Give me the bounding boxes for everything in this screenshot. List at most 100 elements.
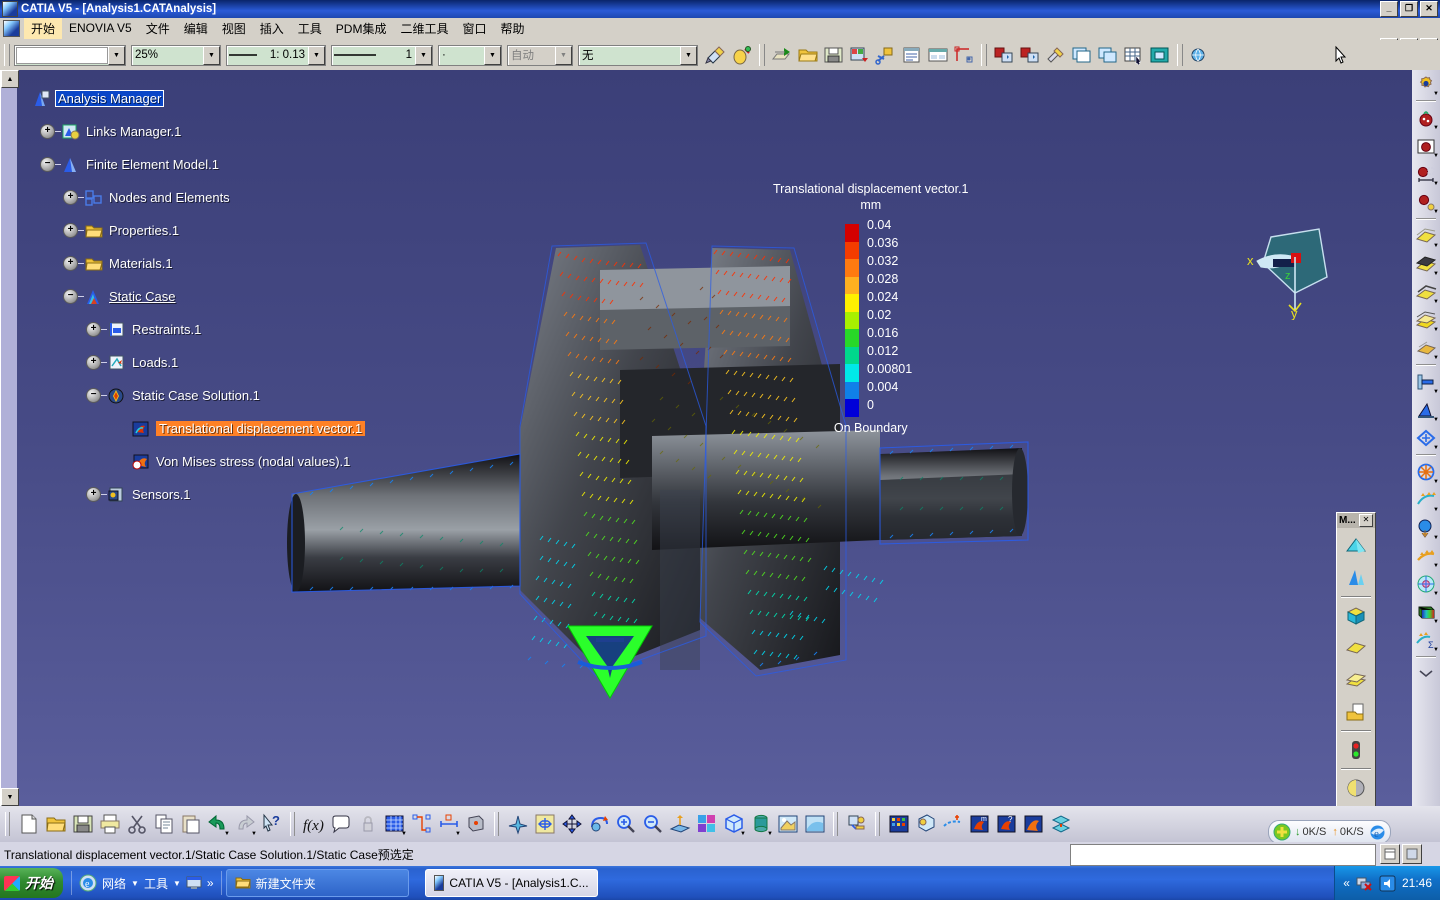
line-type-combo[interactable]: · ▼ bbox=[438, 44, 502, 66]
network-speed-widget[interactable]: ↓ 0K/S ↑ 0K/S e bbox=[1268, 820, 1391, 844]
hide-show-icon[interactable] bbox=[843, 809, 870, 839]
chevron-down-icon[interactable]: ▼ bbox=[108, 45, 125, 65]
style-name-combo[interactable]: ▼ bbox=[14, 44, 126, 66]
tree-node-static-case-solution[interactable]: − Static Case Solution.1 bbox=[86, 379, 365, 412]
collapse-minus-icon[interactable]: − bbox=[86, 388, 101, 403]
web-icon[interactable] bbox=[1188, 43, 1212, 67]
image-layers-icon[interactable] bbox=[1341, 664, 1371, 696]
close-button[interactable]: ✕ bbox=[1420, 1, 1438, 17]
multi-view-icon[interactable] bbox=[693, 809, 720, 839]
expand-plus-icon[interactable]: + bbox=[86, 355, 101, 370]
menu-edit[interactable]: 编辑 bbox=[177, 18, 215, 39]
menu-insert[interactable]: 插入 bbox=[253, 18, 291, 39]
gear-update-icon[interactable]: ▼ bbox=[1412, 70, 1440, 98]
minimize-button[interactable]: _ bbox=[1380, 1, 1398, 17]
copy-icon[interactable] bbox=[150, 809, 177, 839]
close-icon[interactable]: ✕ bbox=[1359, 514, 1373, 527]
quicklaunch-desktop-icon[interactable] bbox=[186, 875, 202, 891]
export-db-icon[interactable] bbox=[1018, 43, 1042, 67]
analysis-workbench-toolbar[interactable]: ▼ ▼ ▼ ▼ ▼ ▼ ▼ ▼ ▼ ▼ ▼ ▼ ▼ ▼ ▼ ▼ ▼ ▼ ▼ Σ ▼ bbox=[1412, 70, 1440, 806]
zoom-percent-combo[interactable]: 25% ▼ bbox=[131, 44, 221, 66]
zoom-in-icon[interactable] bbox=[612, 809, 639, 839]
compute-options-icon[interactable]: ▼ bbox=[1412, 188, 1440, 216]
toolbar-grip-2[interactable] bbox=[759, 44, 765, 66]
tree-node-finite-element-model[interactable]: − Finite Element Model.1 bbox=[40, 148, 365, 181]
expand-plus-icon[interactable]: + bbox=[86, 322, 101, 337]
tree-node-materials[interactable]: + Materials.1 bbox=[63, 247, 365, 280]
tray-expand-icon[interactable]: « bbox=[1343, 876, 1350, 890]
measure-inertia-icon[interactable] bbox=[462, 809, 489, 839]
save-document-icon[interactable] bbox=[69, 809, 96, 839]
collapse-minus-icon[interactable]: − bbox=[63, 289, 78, 304]
menu-file[interactable]: 文件 bbox=[139, 18, 177, 39]
open-folder-icon[interactable] bbox=[796, 43, 820, 67]
quicklaunch-tools[interactable]: 工具 bbox=[144, 875, 168, 892]
bearing-load-icon[interactable]: ▼ bbox=[1412, 570, 1440, 598]
cut-link-icon[interactable] bbox=[874, 43, 898, 67]
fullscreen-icon[interactable] bbox=[1148, 43, 1172, 67]
toolbar-grip-b4[interactable] bbox=[833, 812, 838, 836]
quicklaunch-overflow[interactable]: » bbox=[207, 876, 214, 890]
status-panel-button[interactable] bbox=[1380, 844, 1400, 864]
lock-icon[interactable] bbox=[354, 809, 381, 839]
tree-node-von-mises-stress[interactable]: Von Mises stress (nodal values).1 bbox=[118, 445, 365, 478]
paste-icon[interactable] bbox=[177, 809, 204, 839]
cursor-arrow-icon[interactable] bbox=[1328, 43, 1352, 67]
measure-between-icon[interactable]: ▼ bbox=[435, 809, 462, 839]
redo-icon[interactable]: ▼ bbox=[231, 809, 258, 839]
chevron-down-icon[interactable]: ▼ bbox=[308, 45, 325, 65]
toolbar-grip-bott[interactable] bbox=[5, 812, 10, 836]
menu-tools[interactable]: 工具 bbox=[291, 18, 329, 39]
collapse-minus-icon[interactable]: − bbox=[40, 157, 55, 172]
3d-compass[interactable]: x y z bbox=[1243, 215, 1348, 321]
3d-viewport[interactable]: Analysis Manager + Links Manager.1 − Fin… bbox=[0, 70, 1412, 806]
formula-icon[interactable]: f(x) bbox=[300, 809, 327, 839]
iso-constraint-icon[interactable]: ▼ bbox=[1412, 424, 1440, 452]
tree-node-links-manager[interactable]: + Links Manager.1 bbox=[40, 115, 365, 148]
menu-help[interactable]: 帮助 bbox=[494, 18, 532, 39]
apply-material-icon[interactable] bbox=[774, 809, 801, 839]
line-scale-combo[interactable]: 1: 0.13 ▼ bbox=[226, 44, 326, 66]
scroll-down-icon[interactable]: ▼ bbox=[1, 788, 19, 806]
whats-this-help-icon[interactable]: ? bbox=[258, 809, 285, 839]
menu-pdm[interactable]: PDM集成 bbox=[329, 18, 394, 39]
window-cascade-icon[interactable] bbox=[1096, 43, 1120, 67]
chevron-down-icon[interactable]: ▼ bbox=[680, 45, 697, 65]
toolbar-grip-b5[interactable] bbox=[875, 812, 880, 836]
deformation-icon[interactable] bbox=[1341, 562, 1371, 594]
line-weight-combo[interactable]: 1 ▼ bbox=[331, 44, 433, 66]
animate-icon[interactable] bbox=[912, 809, 939, 839]
cut-icon[interactable] bbox=[123, 809, 150, 839]
toolbar-grip-3[interactable] bbox=[981, 44, 987, 66]
axis-system-icon[interactable] bbox=[952, 43, 976, 67]
sensor-sum-icon[interactable]: Σ ▼ bbox=[1412, 626, 1440, 654]
toolbar-grip-b2[interactable] bbox=[290, 812, 295, 836]
tree-node-properties[interactable]: + Properties.1 bbox=[63, 214, 365, 247]
principal-stress-icon[interactable]: ▼ bbox=[1412, 334, 1440, 362]
volume-icon[interactable] bbox=[1379, 875, 1396, 892]
tree-node-restraints[interactable]: + Restraints.1 bbox=[86, 313, 365, 346]
normal-view-icon[interactable] bbox=[666, 809, 693, 839]
image-layout-icon[interactable] bbox=[1341, 530, 1371, 562]
more-commands-icon[interactable] bbox=[1412, 660, 1440, 688]
swap-visible-space-icon[interactable] bbox=[885, 809, 912, 839]
start-button[interactable]: 开始 bbox=[0, 868, 63, 898]
expand-plus-icon[interactable]: + bbox=[63, 223, 78, 238]
open-export-icon[interactable] bbox=[770, 43, 794, 67]
window-list-icon[interactable] bbox=[926, 43, 950, 67]
chevron-down-icon[interactable]: ▼ bbox=[131, 879, 139, 888]
tree-node-translational-displacement-vector[interactable]: Translational displacement vector.1 bbox=[118, 412, 366, 445]
comment-icon[interactable] bbox=[327, 809, 354, 839]
chevron-down-icon[interactable]: ▼ bbox=[415, 45, 432, 65]
floating-toolbar-titlebar[interactable]: M... ✕ bbox=[1337, 513, 1375, 528]
restore-button[interactable]: ❐ bbox=[1400, 1, 1418, 17]
distributed-force-icon[interactable]: ▼ bbox=[1412, 458, 1440, 486]
expand-plus-icon[interactable]: + bbox=[40, 124, 55, 139]
cut-plane-icon[interactable] bbox=[939, 809, 966, 839]
compute-icon[interactable]: ▼ bbox=[1412, 104, 1440, 132]
compute-with-sizing-icon[interactable]: ▼ bbox=[1412, 160, 1440, 188]
toolbar-grip-b3[interactable] bbox=[494, 812, 499, 836]
grid-icon[interactable]: ▼ bbox=[381, 809, 408, 839]
zoom-out-icon[interactable] bbox=[639, 809, 666, 839]
properties-icon[interactable] bbox=[900, 43, 924, 67]
